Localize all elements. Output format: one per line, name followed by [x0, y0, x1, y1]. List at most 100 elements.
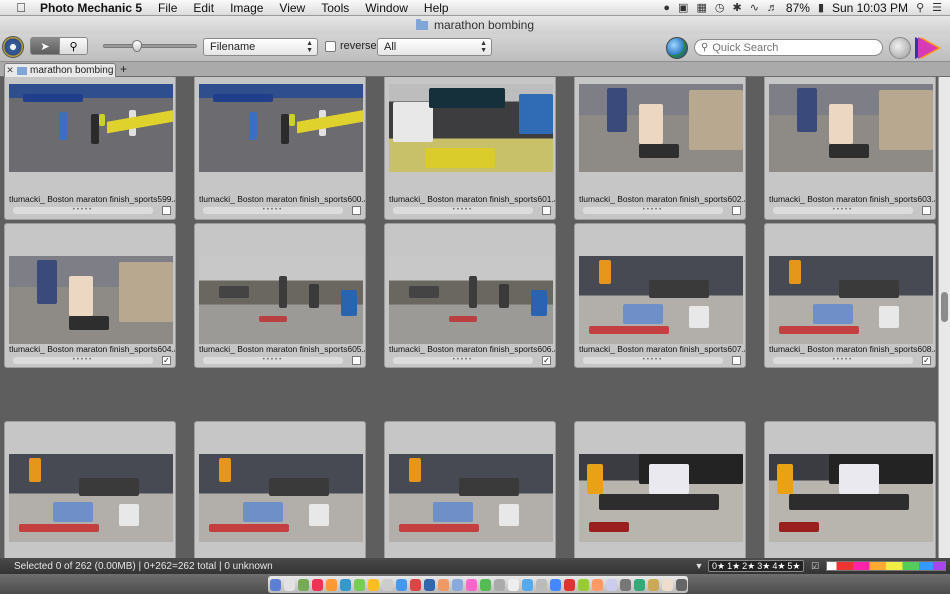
photo-thumbnail[interactable] — [579, 256, 743, 344]
rating-filter-strip[interactable]: 0★ 1★ 2★ 3★ 4★ 5★ — [708, 560, 805, 572]
tag-checkbox[interactable]: ✓ — [542, 356, 551, 365]
photo-thumbnail[interactable] — [9, 256, 173, 344]
dock-app-icon[interactable] — [479, 578, 491, 591]
photo-thumbnail[interactable] — [9, 84, 173, 172]
photo-thumbnail[interactable] — [199, 256, 363, 344]
bluetooth-icon[interactable]: ✱ — [732, 1, 741, 14]
dock-app-icon[interactable] — [465, 578, 477, 591]
photo-cell[interactable] — [4, 421, 176, 558]
dock-app-icon[interactable] — [549, 578, 561, 591]
dock-app-icon[interactable] — [577, 578, 589, 591]
dock-app-icon[interactable] — [339, 578, 351, 591]
star-rating[interactable]: ••••• — [773, 207, 913, 214]
tag-checkbox[interactable]: ✓ — [162, 356, 171, 365]
dock-app-icon[interactable] — [535, 578, 547, 591]
star-rating[interactable]: ••••• — [203, 357, 343, 364]
filter-select[interactable]: All ▲ ▼ — [377, 38, 492, 56]
dock-app-icon[interactable] — [269, 578, 281, 591]
photo-cell[interactable]: tlumacki_ Boston maraton finish_sports60… — [194, 223, 366, 368]
rating-3[interactable]: 3★ — [756, 561, 771, 572]
close-tab-icon[interactable]: ✕ — [5, 65, 15, 76]
dock-app-icon[interactable] — [605, 578, 617, 591]
volume-icon[interactable]: ♬ — [767, 2, 778, 14]
star-rating[interactable]: ••••• — [583, 207, 723, 214]
dock-app-icon[interactable] — [437, 578, 449, 591]
photo-cell[interactable]: tlumacki_ Boston maraton finish_sports60… — [574, 77, 746, 220]
tag-checkbox[interactable] — [162, 206, 171, 215]
quick-search-input[interactable] — [712, 41, 863, 54]
photo-cell[interactable]: tlumacki_ Boston maraton finish_sports59… — [4, 77, 176, 220]
tag-checkbox[interactable] — [732, 206, 741, 215]
dock-app-icon[interactable] — [353, 578, 365, 591]
photo-thumbnail[interactable] — [769, 84, 933, 172]
photo-thumbnail[interactable] — [579, 84, 743, 172]
menu-app-name[interactable]: Photo Mechanic 5 — [32, 0, 150, 16]
reverse-checkbox[interactable] — [325, 40, 336, 52]
clock[interactable]: Sun 10:03 PM — [832, 1, 908, 15]
spinner-icon[interactable] — [889, 37, 911, 59]
dock-app-icon[interactable] — [591, 578, 603, 591]
add-tab-icon[interactable]: + — [120, 62, 127, 76]
dock-app-icon[interactable] — [493, 578, 505, 591]
dock-app-icon[interactable] — [521, 578, 533, 591]
photo-cell[interactable]: tlumacki_ Boston maraton finish_sports60… — [574, 223, 746, 368]
photo-cell[interactable]: tlumacki_ Boston maraton finish_sports60… — [384, 77, 556, 220]
photo-thumbnail[interactable] — [769, 256, 933, 344]
photo-thumbnail[interactable] — [579, 454, 743, 542]
dock-app-icon[interactable] — [563, 578, 575, 591]
star-rating[interactable]: ••••• — [13, 207, 153, 214]
photo-cell[interactable] — [194, 421, 366, 558]
time-machine-icon[interactable]: ◷ — [715, 1, 725, 14]
dock-app-icon[interactable] — [661, 578, 673, 591]
star-rating[interactable]: ••••• — [393, 357, 533, 364]
apple-icon[interactable]:  — [10, 0, 32, 15]
tag-checkbox[interactable] — [352, 356, 361, 365]
dock-app-icon[interactable] — [283, 578, 295, 591]
tab-marathon-bombing[interactable]: ✕ marathon bombing — [4, 63, 116, 77]
magnifier-icon[interactable]: ⚲ — [59, 38, 87, 54]
notification-icon[interactable]: ● — [663, 2, 670, 14]
photo-cell[interactable]: tlumacki_ Boston maraton finish_sports60… — [194, 77, 366, 220]
photo-thumbnail[interactable] — [199, 84, 363, 172]
battery-percent[interactable]: 87% — [786, 1, 810, 15]
tag-checkbox[interactable] — [732, 356, 741, 365]
quick-search-field[interactable]: ⚲ — [694, 39, 883, 56]
menu-edit[interactable]: Edit — [185, 0, 222, 16]
photo-thumbnail[interactable] — [389, 256, 553, 344]
dock-app-icon[interactable] — [367, 578, 379, 591]
dock-app-icon[interactable] — [381, 578, 393, 591]
dock-app-icon[interactable] — [409, 578, 421, 591]
tag-checkbox[interactable] — [542, 206, 551, 215]
photo-cell[interactable] — [384, 421, 556, 558]
battery-icon[interactable]: ▮ — [818, 1, 824, 14]
dock-app-icon[interactable] — [451, 578, 463, 591]
arrow-pointer-icon[interactable]: ➤ — [31, 38, 59, 54]
checkbox-filter-icon[interactable]: ☑ — [810, 561, 820, 571]
star-rating[interactable]: ••••• — [13, 357, 153, 364]
star-rating[interactable]: ••••• — [203, 207, 343, 214]
color-wheel-icon[interactable] — [918, 37, 938, 59]
tag-checkbox[interactable] — [352, 206, 361, 215]
menu-view[interactable]: View — [271, 0, 313, 16]
grid-status-icon[interactable]: ▦ — [696, 1, 706, 14]
photo-cell[interactable]: tlumacki_ Boston maraton finish_sports60… — [764, 77, 936, 220]
photo-thumbnail[interactable] — [199, 454, 363, 542]
slider-knob[interactable] — [132, 40, 142, 52]
tag-checkbox[interactable] — [922, 206, 931, 215]
star-rating[interactable]: ••••• — [773, 357, 913, 364]
star-rating[interactable]: ••••• — [583, 357, 723, 364]
dock-app-icon[interactable] — [311, 578, 323, 591]
color-label-strip[interactable] — [826, 561, 946, 571]
dock-app-icon[interactable] — [507, 578, 519, 591]
photo-cell[interactable]: tlumacki_ Boston maraton finish_sports60… — [384, 223, 556, 368]
spotlight-search-icon[interactable]: ⚲ — [916, 1, 924, 14]
wifi-icon[interactable]: ∿ — [750, 1, 759, 14]
photo-mechanic-gear-icon[interactable] — [2, 36, 24, 58]
triangle-menu-icon[interactable]: ▼ — [694, 561, 704, 571]
dock-app-icon[interactable] — [619, 578, 631, 591]
rating-5[interactable]: 5★ — [786, 561, 801, 572]
menu-tools[interactable]: Tools — [313, 0, 357, 16]
photo-thumbnail[interactable] — [389, 454, 553, 542]
dock-app-icon[interactable] — [325, 578, 337, 591]
dock-app-icon[interactable] — [633, 578, 645, 591]
